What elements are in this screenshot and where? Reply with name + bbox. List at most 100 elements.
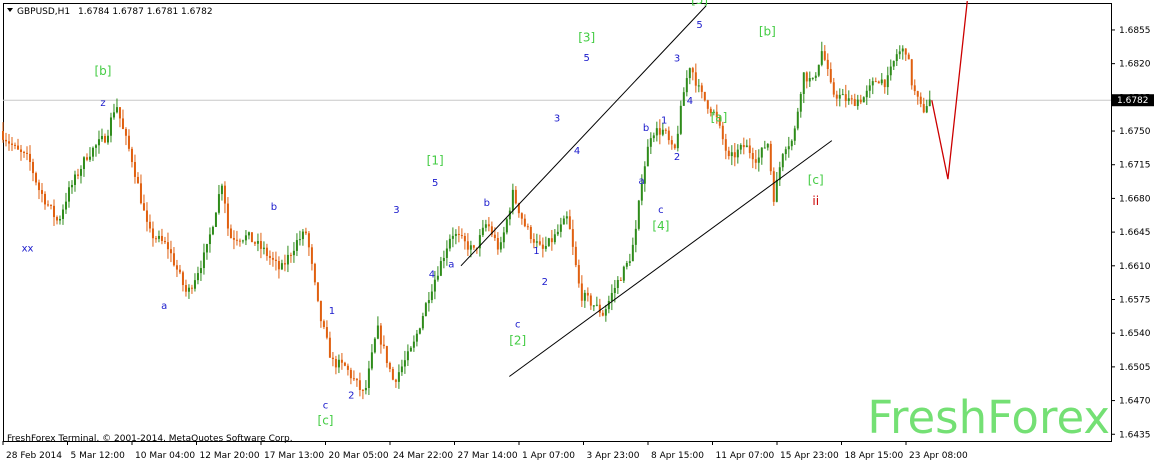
x-tick-label: 27 Mar 14:00 (458, 451, 518, 461)
wave-label: a (638, 176, 644, 187)
chart-header: GBPUSD,H1 1.6784 1.6787 1.6781 1.6782 (7, 7, 213, 17)
candle-body (784, 149, 787, 155)
candle-body (601, 312, 604, 316)
candle-body (538, 241, 541, 245)
candle-body (820, 51, 823, 65)
candle-body (13, 144, 16, 146)
candle-body (751, 153, 754, 160)
y-tick-label: 1.6645 (1119, 228, 1151, 238)
candle-body (706, 100, 709, 109)
candle-body (154, 238, 157, 240)
candle-body (325, 327, 328, 338)
candle-body (619, 279, 622, 281)
candle-body (634, 228, 637, 245)
candle-body (313, 263, 316, 283)
candle-body (124, 128, 127, 136)
candle-body (163, 240, 166, 243)
candle-body (739, 145, 742, 150)
candle-body (808, 78, 811, 82)
copyright-text: FreshForex Terminal, © 2001-2014, MetaQu… (7, 434, 293, 444)
candle-body (574, 246, 577, 266)
candle-body (823, 51, 826, 60)
wave-label: c (658, 205, 664, 216)
candle-body (121, 118, 124, 129)
candle-body (433, 279, 436, 292)
candle-body (562, 218, 565, 225)
candle-body (376, 325, 379, 339)
candle-body (841, 94, 844, 96)
y-tick-label: 1.6680 (1119, 194, 1151, 204)
candle-body (388, 363, 391, 370)
candle-body (454, 233, 457, 236)
candle-body (148, 221, 151, 229)
candle-body (790, 140, 793, 147)
candle-body (754, 159, 757, 163)
candle-body (142, 203, 145, 211)
candle-body (355, 378, 358, 381)
wave-label: [2] (509, 334, 526, 348)
candle-body (493, 234, 496, 239)
candle-body (55, 217, 58, 221)
candle-body (256, 241, 259, 244)
candle-body (886, 75, 889, 88)
candle-body (64, 201, 67, 210)
candle-body (736, 149, 739, 158)
candle-body (892, 61, 895, 67)
wave-label: z (100, 98, 105, 109)
candle-body (88, 156, 91, 160)
candle-body (133, 162, 136, 177)
wave-label: a (161, 301, 167, 312)
candle-body (673, 144, 676, 149)
candle-body (874, 81, 877, 83)
candle-body (310, 247, 313, 264)
candle-body (43, 193, 46, 205)
x-tick-label: 11 Apr 07:00 (716, 451, 775, 461)
candle-body (745, 145, 748, 148)
candle-body (772, 171, 775, 202)
candle-body (439, 261, 442, 276)
candle-body (61, 209, 64, 219)
candle-body (559, 224, 562, 232)
candle-body (73, 174, 76, 185)
candle-body (418, 328, 421, 334)
x-tick-label: 15 Apr 23:00 (780, 451, 839, 461)
candle-body (916, 91, 919, 97)
wave-label: 1 (329, 306, 335, 317)
candle-body (250, 232, 253, 243)
candle-body (691, 68, 694, 73)
candle-body (757, 157, 760, 163)
candle-body (526, 226, 529, 228)
candle-body (769, 143, 772, 172)
candle-body (913, 85, 916, 92)
candle-body (928, 99, 931, 107)
candle-body (859, 99, 862, 103)
candle-body (592, 305, 595, 307)
candle-body (697, 85, 700, 87)
candle-body (580, 283, 583, 301)
wave-label: 1 (533, 246, 539, 257)
candle-body (70, 184, 73, 188)
candle-body (211, 226, 214, 235)
candle-body (685, 78, 688, 93)
wave-label: 3 (393, 205, 399, 216)
candle-body (202, 252, 205, 269)
candle-body (157, 235, 160, 239)
candle-body (178, 269, 181, 273)
candle-body (169, 249, 172, 254)
candle-body (694, 72, 697, 86)
candle-body (235, 239, 238, 241)
wave-label: c (515, 319, 521, 330)
candle-body (382, 344, 385, 347)
candle-body (22, 151, 25, 153)
candle-body (571, 229, 574, 247)
candle-body (2, 131, 4, 140)
wave-label: [b] (94, 64, 111, 78)
candle-body (100, 135, 103, 140)
x-tick-label: 10 Mar 04:00 (135, 451, 195, 461)
candle-body (781, 154, 784, 168)
candle-body (253, 242, 256, 244)
x-tick-label: 18 Apr 15:00 (845, 451, 904, 461)
candle-body (262, 247, 265, 249)
candle-body (298, 239, 301, 241)
candle-body (598, 304, 601, 313)
